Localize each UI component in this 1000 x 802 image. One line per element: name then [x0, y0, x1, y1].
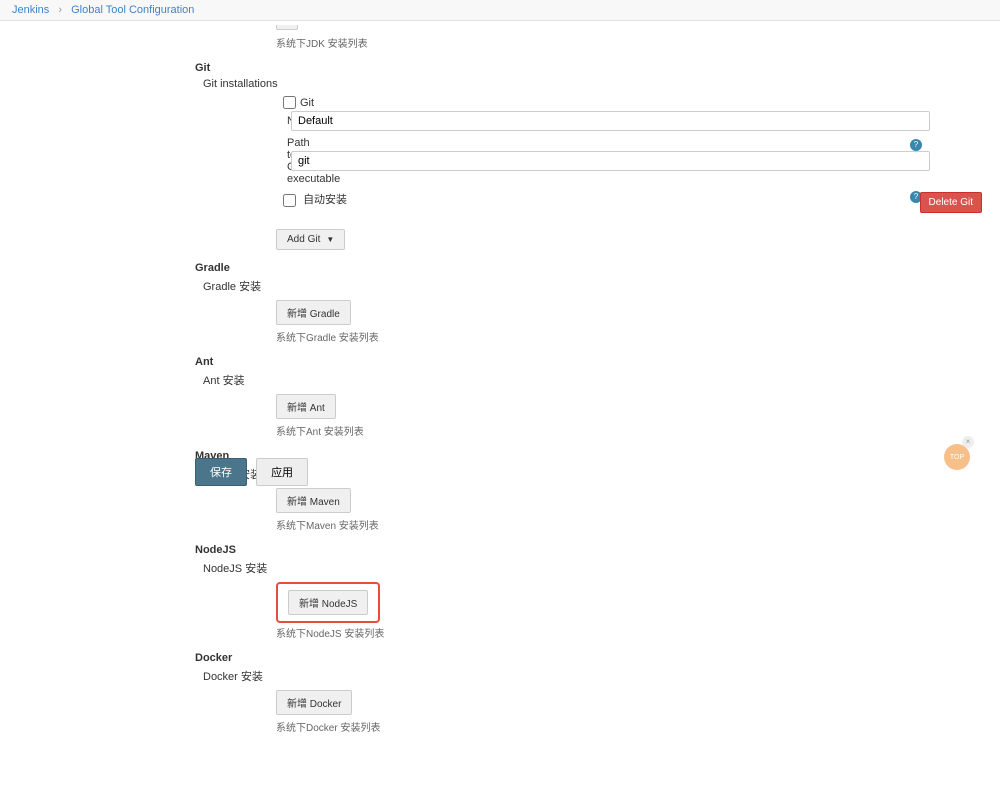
- git-entry-checkbox[interactable]: [283, 96, 296, 109]
- nodejs-section-title: NodeJS: [195, 544, 990, 556]
- maven-hint: 系统下Maven 安装列表: [276, 517, 990, 532]
- gradle-hint: 系统下Gradle 安装列表: [276, 329, 990, 344]
- docker-install-label: Docker 安装: [203, 668, 990, 684]
- docker-hint: 系统下Docker 安装列表: [276, 719, 990, 734]
- nodejs-hint: 系统下NodeJS 安装列表: [276, 625, 990, 640]
- breadcrumb-root[interactable]: Jenkins: [12, 4, 49, 16]
- nodejs-install-label: NodeJS 安装: [203, 560, 990, 576]
- git-installations-label: Git installations: [203, 78, 990, 90]
- add-jdk-button-partial[interactable]: [276, 25, 298, 30]
- add-gradle-button[interactable]: 新增 Gradle: [276, 300, 351, 325]
- git-name-input[interactable]: [291, 111, 930, 131]
- ant-section-title: Ant: [195, 356, 990, 368]
- breadcrumb-page[interactable]: Global Tool Configuration: [71, 4, 194, 16]
- delete-git-button[interactable]: Delete Git: [920, 192, 982, 213]
- git-auto-install-row[interactable]: 自动安装: [283, 194, 347, 206]
- git-auto-install-checkbox[interactable]: [283, 194, 296, 207]
- git-auto-install-label: 自动安装: [303, 194, 347, 206]
- scroll-top-button[interactable]: TOP: [944, 444, 970, 470]
- chevron-down-icon: ▼: [326, 235, 334, 244]
- gradle-install-label: Gradle 安装: [203, 278, 990, 294]
- add-maven-button[interactable]: 新增 Maven: [276, 488, 351, 513]
- add-ant-button[interactable]: 新增 Ant: [276, 394, 336, 419]
- help-icon[interactable]: ?: [910, 139, 922, 151]
- git-name-label: Name: [195, 115, 287, 127]
- add-git-button[interactable]: Add Git ▼: [276, 229, 345, 250]
- git-section-title: Git: [195, 62, 990, 74]
- add-git-label: Add Git: [287, 234, 320, 245]
- maven-install-label: Maven 安装: [203, 466, 990, 482]
- git-entry-label: Git: [300, 97, 314, 109]
- ant-install-label: Ant 安装: [203, 372, 990, 388]
- ant-hint: 系统下Ant 安装列表: [276, 423, 990, 438]
- gradle-section-title: Gradle: [195, 262, 990, 274]
- add-nodejs-button[interactable]: 新增 NodeJS: [288, 590, 368, 615]
- footer-buttons: 保存 应用: [195, 458, 308, 486]
- nodejs-highlight-box: 新增 NodeJS: [276, 582, 380, 623]
- git-path-label: Path to Git executable: [195, 137, 287, 185]
- git-path-input[interactable]: [291, 151, 930, 171]
- breadcrumb: Jenkins › Global Tool Configuration: [0, 0, 1000, 21]
- add-docker-button[interactable]: 新增 Docker: [276, 690, 352, 715]
- maven-section-title: Maven: [195, 450, 990, 462]
- breadcrumb-sep: ›: [58, 4, 62, 16]
- docker-section-title: Docker: [195, 652, 990, 664]
- apply-button[interactable]: 应用: [256, 458, 308, 486]
- save-button[interactable]: 保存: [195, 458, 247, 486]
- jdk-hint: 系统下JDK 安装列表: [276, 35, 990, 50]
